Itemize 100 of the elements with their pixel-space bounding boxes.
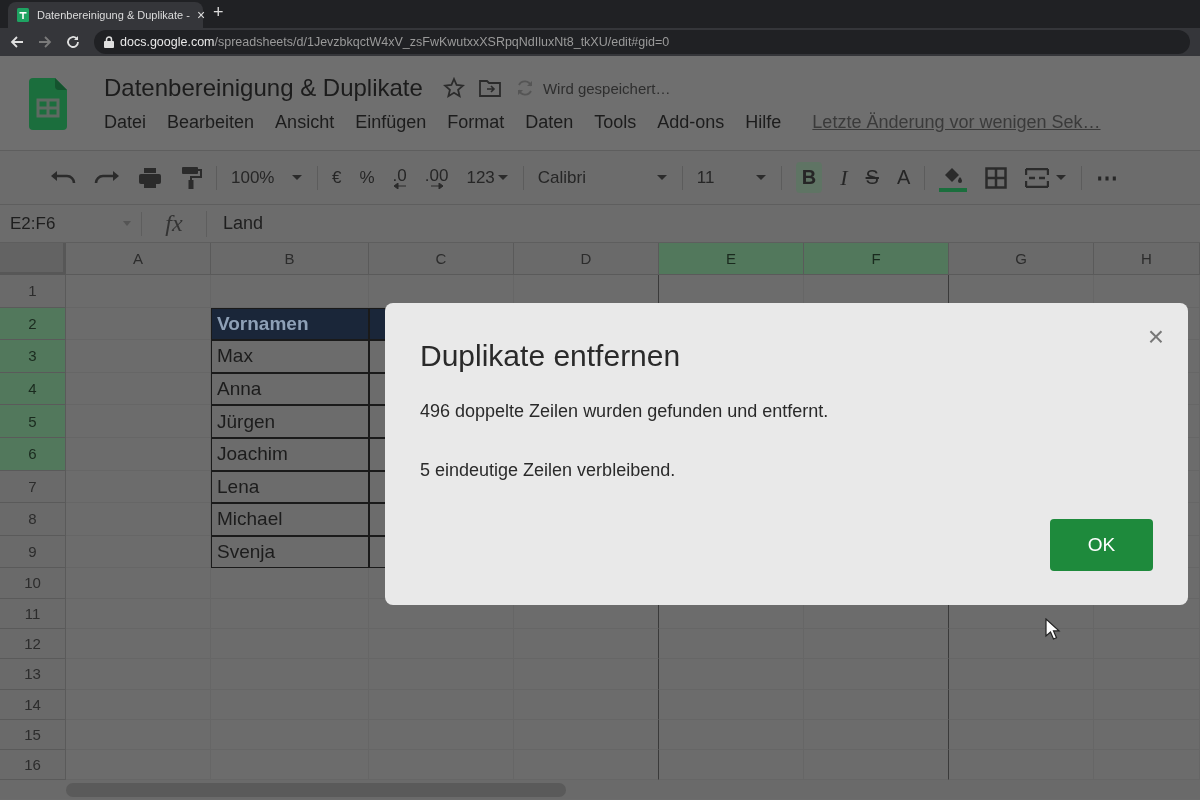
row-header[interactable]: 11 <box>0 598 66 629</box>
row-header[interactable]: 13 <box>0 659 66 690</box>
forward-icon[interactable] <box>38 35 52 49</box>
menu-item[interactable]: Add-ons <box>657 112 725 133</box>
grid-cell[interactable] <box>211 275 369 308</box>
table-header-cell: Vornamen <box>211 307 369 341</box>
percent-button[interactable]: % <box>359 167 375 188</box>
caret-icon <box>754 174 767 181</box>
formula-input[interactable]: Land <box>207 213 264 234</box>
row-header[interactable]: 15 <box>0 719 66 751</box>
name-box[interactable]: E2:F6 <box>0 211 142 236</box>
table-cell: Michael <box>211 503 369 536</box>
grid-cell[interactable] <box>66 503 211 536</box>
text-color-button[interactable]: A <box>896 166 911 189</box>
menu-item[interactable]: Einfügen <box>355 112 427 133</box>
row-header[interactable]: 10 <box>0 568 66 599</box>
grid-cell[interactable] <box>66 372 211 406</box>
menu-item[interactable]: Hilfe <box>745 112 782 133</box>
row-header[interactable]: 7 <box>0 470 66 504</box>
reload-icon[interactable] <box>66 35 80 49</box>
menu-item[interactable]: Format <box>447 112 505 133</box>
row-header[interactable]: 6 <box>0 437 66 471</box>
grid-cell[interactable] <box>659 689 804 720</box>
strikethrough-button[interactable]: S <box>865 166 879 189</box>
row-header[interactable]: 2 <box>0 307 66 341</box>
grid-cell[interactable] <box>659 719 804 751</box>
row-header[interactable]: 9 <box>0 535 66 569</box>
font-size-dropdown[interactable]: 11 <box>696 167 767 188</box>
merge-cells-button[interactable] <box>1025 167 1068 188</box>
grid-cell[interactable] <box>804 689 949 720</box>
address-bar[interactable]: docs.google.com/spreadsheets/d/1JevzbkqctW4xV_zsFwKwutxxXSRpqNdIluxNt8_tkXU/edit#gid=0 <box>94 30 1190 54</box>
bold-button[interactable]: B <box>795 162 823 193</box>
document-title[interactable]: Datenbereinigung & Duplikate <box>104 74 423 102</box>
grid-cell[interactable] <box>804 719 949 751</box>
grid-cell[interactable] <box>514 659 659 690</box>
paint-format-icon[interactable] <box>180 165 202 190</box>
zoom-dropdown[interactable]: 100% <box>231 167 303 188</box>
column-header[interactable]: G <box>949 243 1094 275</box>
decrease-decimals-button[interactable]: .0 <box>392 166 407 189</box>
browser-tab[interactable]: Datenbereinigung & Duplikate - × <box>8 2 203 28</box>
column-header[interactable]: D <box>514 243 659 275</box>
column-header[interactable]: C <box>369 243 514 275</box>
grid-cell[interactable] <box>949 689 1094 720</box>
grid-cell[interactable] <box>514 628 659 660</box>
grid-cell[interactable] <box>66 568 211 599</box>
row-header[interactable]: 4 <box>0 372 66 406</box>
row-header[interactable]: 14 <box>0 689 66 720</box>
grid-cell[interactable] <box>66 535 211 569</box>
column-header[interactable]: F <box>804 243 949 275</box>
grid-cell[interactable] <box>66 470 211 504</box>
print-icon[interactable] <box>138 166 162 189</box>
column-header[interactable]: A <box>66 243 211 275</box>
caret-icon <box>1055 174 1068 181</box>
grid-cell[interactable] <box>949 719 1094 751</box>
folder-icon[interactable] <box>478 79 501 97</box>
undo-icon[interactable] <box>50 169 76 186</box>
back-icon[interactable] <box>10 35 24 49</box>
grid-cell[interactable] <box>659 659 804 690</box>
menu-item[interactable]: Daten <box>525 112 574 133</box>
column-header[interactable]: E <box>659 243 804 275</box>
more-button[interactable]: ⋯ <box>1096 164 1119 191</box>
tab-close-button[interactable]: × <box>196 7 206 23</box>
menu-item[interactable]: Datei <box>104 112 147 133</box>
close-button[interactable]: × <box>1147 321 1164 353</box>
menu-item[interactable]: Bearbeiten <box>167 112 255 133</box>
merge-icon <box>1025 167 1050 188</box>
row-header[interactable]: 3 <box>0 340 66 373</box>
borders-icon[interactable] <box>985 166 1008 189</box>
grid-cell[interactable] <box>659 628 804 660</box>
font-dropdown[interactable]: Calibri <box>537 167 668 188</box>
column-header[interactable]: B <box>211 243 369 275</box>
menu-item[interactable]: Tools <box>594 112 637 133</box>
grid-cell[interactable] <box>804 628 949 660</box>
row-header[interactable]: 1 <box>0 275 66 308</box>
menu-item[interactable]: Ansicht <box>275 112 335 133</box>
star-icon[interactable] <box>442 77 465 99</box>
column-header[interactable]: H <box>1094 243 1200 275</box>
row-header[interactable]: 5 <box>0 405 66 438</box>
redo-icon[interactable] <box>94 169 120 186</box>
grid-cell[interactable] <box>66 275 211 308</box>
number-format-dropdown[interactable]: 123 <box>466 167 509 188</box>
grid-cell[interactable] <box>949 659 1094 690</box>
grid-cell[interactable] <box>211 568 369 599</box>
grid-cell[interactable] <box>66 437 211 471</box>
grid-cell[interactable] <box>804 659 949 690</box>
ok-button[interactable]: OK <box>1050 519 1153 571</box>
url-text: docs.google.com/spreadsheets/d/1JevzbkqctW4xV_zsFwKwutxxXSRpqNdIluxNt8_tkXU/edit#gid=0 <box>120 35 670 49</box>
row-header[interactable]: 8 <box>0 503 66 536</box>
grid-cell[interactable] <box>514 719 659 751</box>
currency-button[interactable]: € <box>332 167 342 188</box>
dialog-message: 5 eindeutige Zeilen verbleibend. <box>420 460 676 481</box>
grid-cell[interactable] <box>66 340 211 373</box>
new-tab-button[interactable]: + <box>213 2 224 26</box>
increase-decimals-button[interactable]: .00 <box>424 166 449 189</box>
grid-cell[interactable] <box>66 405 211 438</box>
row-header[interactable]: 16 <box>0 750 66 781</box>
row-header[interactable]: 12 <box>0 628 66 660</box>
italic-button[interactable]: I <box>840 164 848 191</box>
sheets-logo-icon[interactable] <box>29 78 67 130</box>
grid-cell[interactable] <box>514 689 659 720</box>
